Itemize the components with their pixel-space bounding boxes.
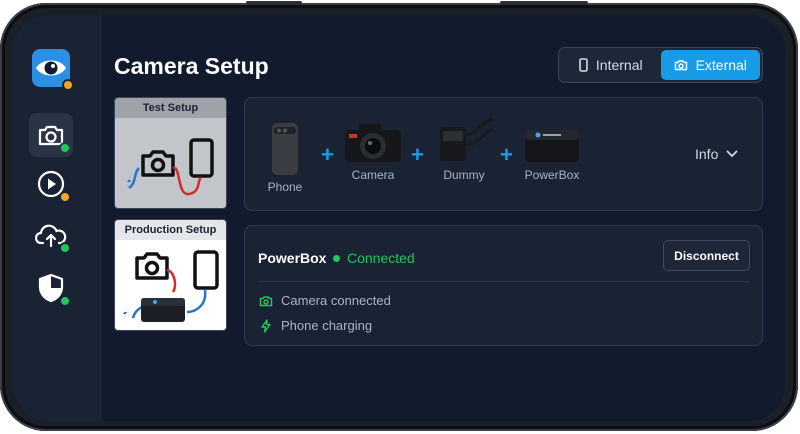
bolt-icon <box>261 318 271 333</box>
test-setup-label: Test Setup <box>115 98 226 118</box>
powerbox-name: PowerBox <box>258 250 327 266</box>
dummy-battery-icon <box>440 117 493 161</box>
status-dot <box>59 191 71 203</box>
status-dot <box>59 295 71 307</box>
info-label: Info <box>695 146 719 162</box>
app-screen: Camera Setup Internal External Test Setu… <box>13 15 785 421</box>
divider <box>258 281 749 282</box>
disconnect-button[interactable]: Disconnect <box>663 240 750 271</box>
phone-icon <box>272 123 298 175</box>
side-button <box>500 1 588 5</box>
camera-icon <box>345 124 401 162</box>
phone-icon <box>579 58 588 72</box>
mode-external-label: External <box>695 57 747 73</box>
device-dummy-label: Dummy <box>443 168 485 182</box>
camera-icon <box>259 295 273 306</box>
plus-icon: + <box>411 142 424 167</box>
camera-icon <box>674 60 687 71</box>
plus-icon: + <box>321 142 334 167</box>
mode-internal-label: Internal <box>595 57 643 73</box>
mode-external-button[interactable]: External <box>660 50 760 80</box>
nav-security[interactable] <box>29 266 73 310</box>
devices-panel: Phone + Camera + Dummy + PowerBox Info <box>244 97 763 211</box>
sidebar <box>13 15 101 421</box>
nav-camera[interactable] <box>29 113 73 157</box>
powerbox-icon <box>525 130 579 162</box>
camera-connected-text: Camera connected <box>281 293 391 308</box>
device-camera: Camera <box>341 120 405 182</box>
device-phone: Phone <box>267 122 303 194</box>
production-setup-card[interactable]: Production Setup <box>114 219 227 331</box>
test-setup-diagram <box>125 138 214 196</box>
mode-internal-button[interactable]: Internal <box>561 50 661 80</box>
production-setup-label: Production Setup <box>115 220 226 240</box>
nav-play[interactable] <box>29 162 73 206</box>
phone-frame: Camera Setup Internal External Test Setu… <box>0 1 798 431</box>
chevron-down-icon <box>726 150 738 158</box>
status-dot <box>333 254 340 262</box>
phone-charging-row: Phone charging <box>259 318 372 333</box>
test-setup-card[interactable]: Test Setup <box>114 97 227 209</box>
eye-logo-icon <box>32 49 74 91</box>
connection-status-label: Connected <box>347 250 415 266</box>
device-dummy: Dummy <box>433 115 495 182</box>
info-dropdown[interactable]: Info <box>695 146 738 162</box>
plus-icon: + <box>500 142 513 167</box>
connection-status: Connected <box>333 250 415 266</box>
status-dot <box>59 242 71 254</box>
nav-upload[interactable] <box>29 213 73 257</box>
device-camera-label: Camera <box>351 168 395 182</box>
device-powerbox-label: PowerBox <box>524 168 580 182</box>
status-dot <box>59 142 71 154</box>
device-phone-label: Phone <box>267 180 303 194</box>
side-button <box>246 1 302 5</box>
logo-badge <box>62 79 74 91</box>
device-powerbox: PowerBox <box>521 124 583 182</box>
camera-connected-row: Camera connected <box>259 293 391 308</box>
powerbox-panel: PowerBox Connected Disconnect Camera con… <box>244 225 763 346</box>
page-title: Camera Setup <box>114 53 269 79</box>
phone-charging-text: Phone charging <box>281 318 373 333</box>
mode-toggle: Internal External <box>558 47 763 83</box>
production-setup-diagram <box>121 250 219 322</box>
